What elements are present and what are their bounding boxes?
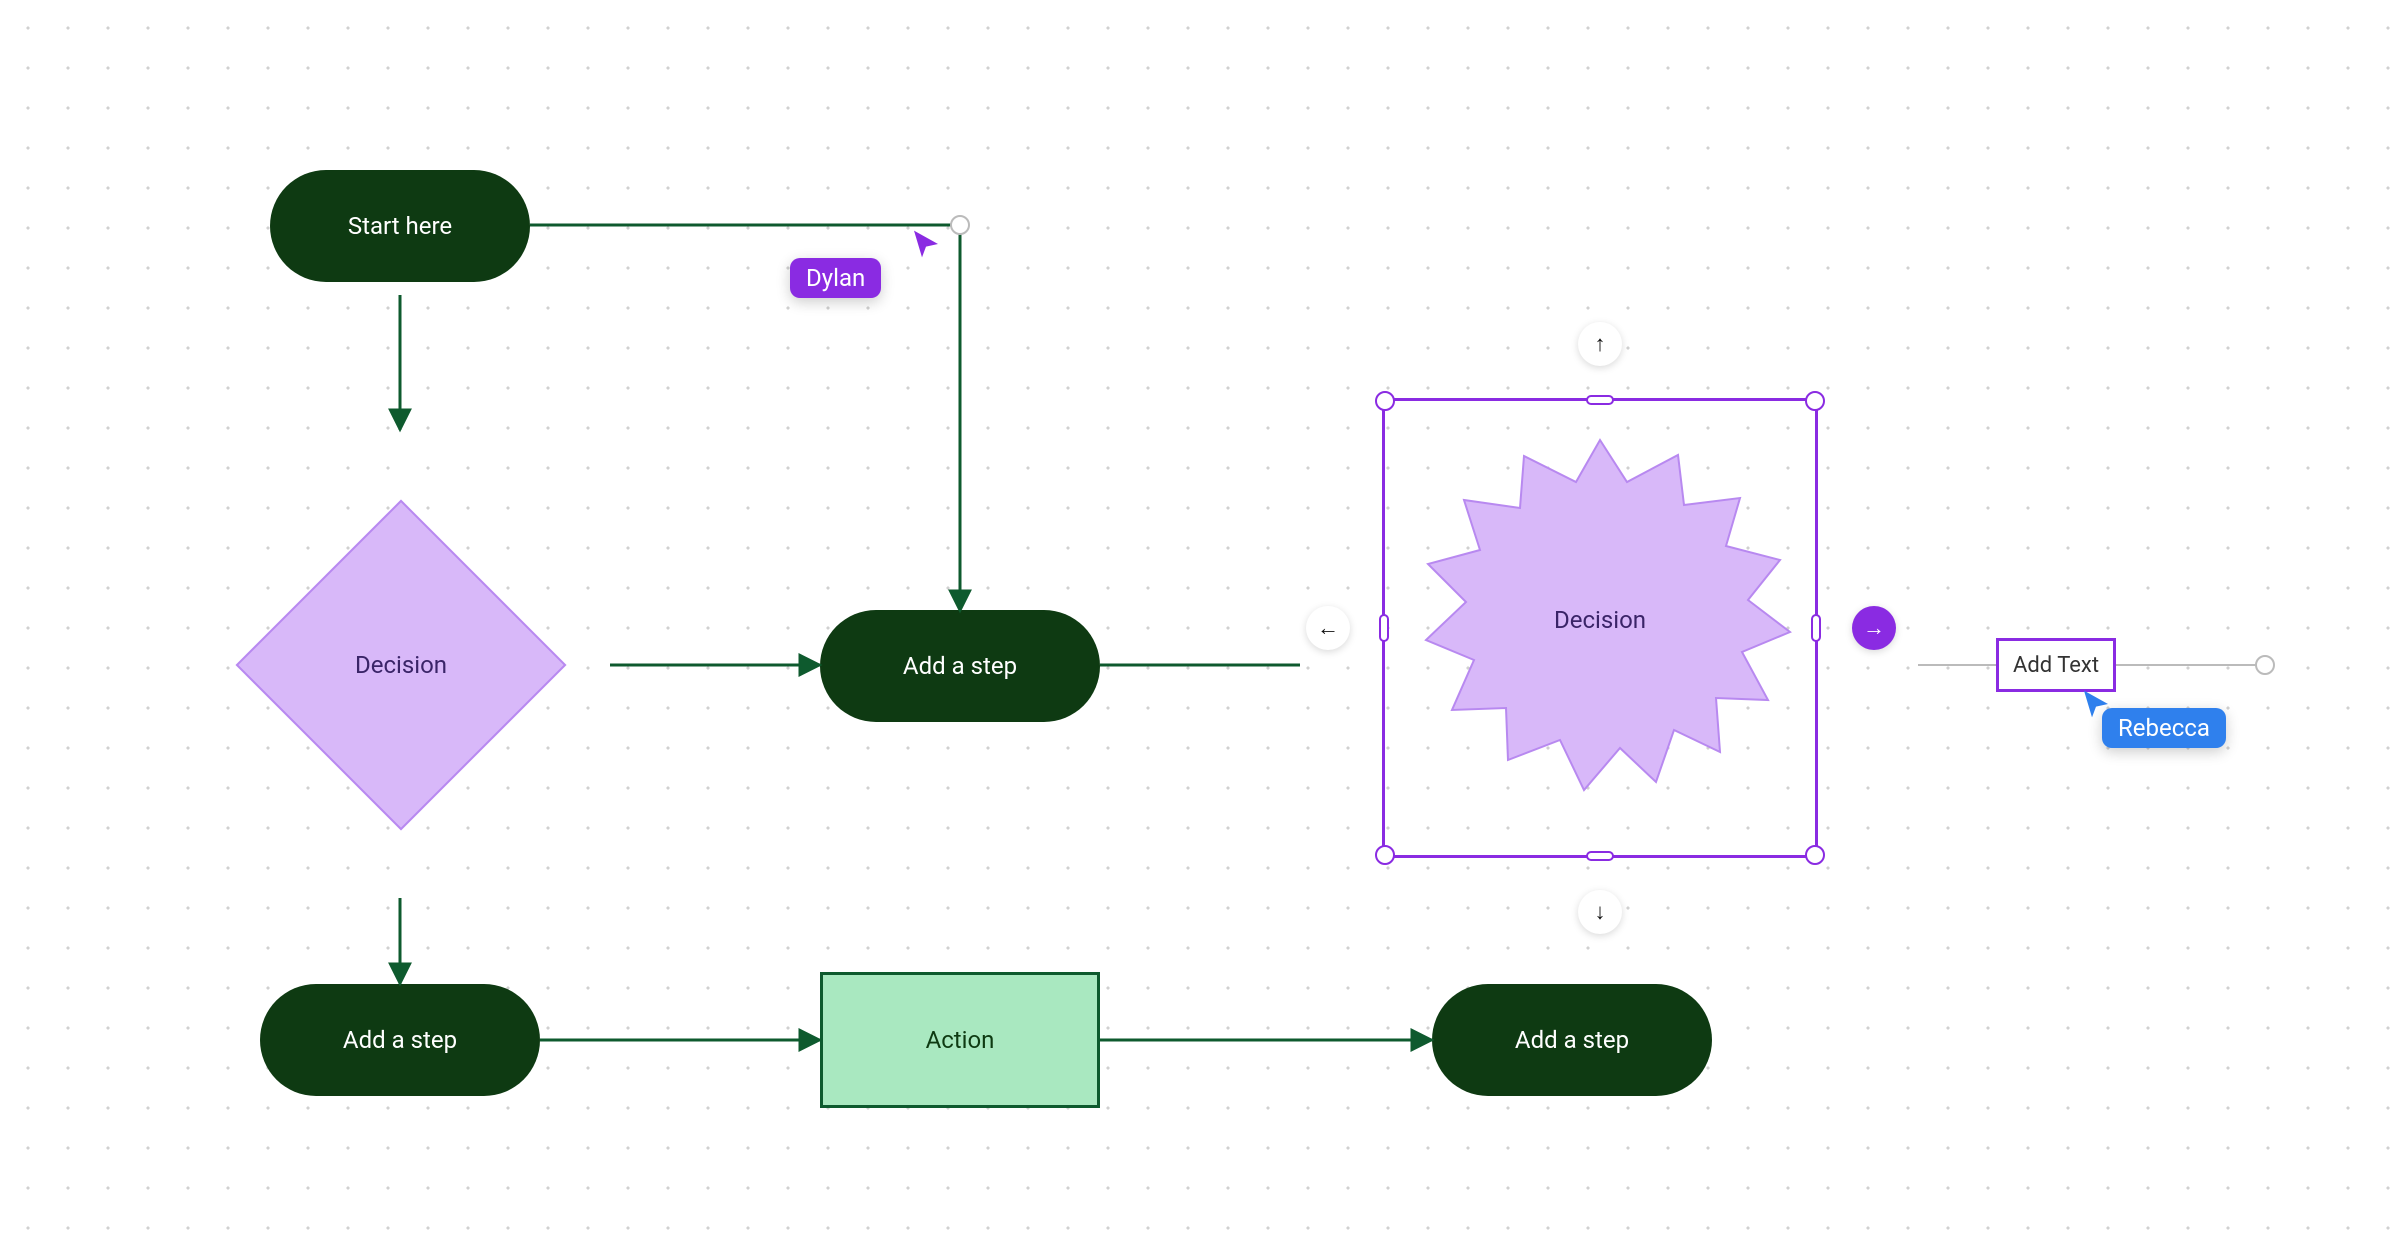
collaborator-name: Dylan bbox=[806, 264, 865, 292]
connector-endpoint[interactable] bbox=[950, 215, 970, 235]
add-text-placeholder[interactable]: Add Text bbox=[1996, 638, 2116, 692]
arrow-right-icon: → bbox=[1863, 615, 1885, 641]
add-connection-down-button[interactable]: ↓ bbox=[1578, 890, 1622, 934]
connectors-layer bbox=[0, 0, 2400, 1260]
arrow-up-icon: ↑ bbox=[1595, 331, 1606, 357]
decision-starburst-node[interactable]: Decision bbox=[1380, 400, 1820, 840]
arrow-left-icon: ← bbox=[1317, 615, 1339, 641]
collaborator-name: Rebecca bbox=[2118, 714, 2210, 742]
add-connection-up-button[interactable]: ↑ bbox=[1578, 322, 1622, 366]
connector-endpoint[interactable] bbox=[2255, 655, 2275, 675]
add-text-label: Add Text bbox=[2013, 653, 2099, 678]
arrow-down-icon: ↓ bbox=[1595, 899, 1606, 925]
add-connection-left-button[interactable]: ← bbox=[1306, 606, 1350, 650]
add-connection-right-button[interactable]: → bbox=[1852, 606, 1896, 650]
flowchart-canvas[interactable]: Start here Decision Add a step Add a ste… bbox=[0, 0, 2400, 1260]
node-label: Decision bbox=[1380, 400, 1820, 840]
